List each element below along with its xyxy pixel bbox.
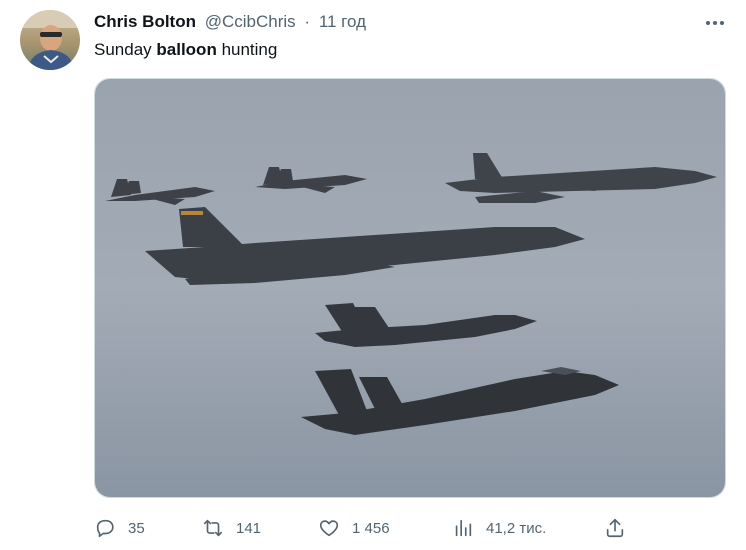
reply-button[interactable]: 35 bbox=[94, 512, 145, 544]
tweet-text: Sunday balloon hunting bbox=[94, 38, 277, 62]
more-options-button[interactable] bbox=[700, 8, 730, 38]
like-count: 1 456 bbox=[352, 520, 390, 537]
tweet-header: Chris Bolton @CcibChris · 11 год bbox=[94, 11, 366, 33]
share-button[interactable] bbox=[604, 512, 626, 544]
tweet-timestamp[interactable]: 11 год bbox=[319, 12, 366, 31]
tweet-text-end: hunting bbox=[217, 40, 278, 59]
author-handle[interactable]: @CcibChris bbox=[205, 12, 296, 31]
heart-icon bbox=[318, 517, 340, 539]
author-name[interactable]: Chris Bolton bbox=[94, 12, 196, 31]
avatar-image bbox=[20, 10, 80, 70]
analytics-icon bbox=[452, 517, 474, 539]
more-dots-icon bbox=[704, 12, 726, 34]
tweet-text-start: Sunday bbox=[94, 40, 156, 59]
retweet-icon bbox=[202, 517, 224, 539]
tweet-text-bold: balloon bbox=[156, 40, 216, 59]
share-icon bbox=[604, 517, 626, 539]
tweet-actions-bar: 35 141 1 456 41,2 тис. bbox=[0, 512, 746, 544]
jets-formation-photo bbox=[95, 79, 725, 497]
views-button[interactable]: 41,2 тис. bbox=[452, 512, 546, 544]
author-avatar[interactable] bbox=[20, 10, 80, 70]
reply-count: 35 bbox=[128, 520, 145, 537]
like-button[interactable]: 1 456 bbox=[318, 512, 390, 544]
retweet-count: 141 bbox=[236, 520, 261, 537]
reply-icon bbox=[94, 517, 116, 539]
views-count: 41,2 тис. bbox=[486, 520, 546, 537]
tweet-photo[interactable] bbox=[94, 78, 726, 498]
retweet-button[interactable]: 141 bbox=[202, 512, 261, 544]
header-separator: · bbox=[304, 12, 310, 31]
